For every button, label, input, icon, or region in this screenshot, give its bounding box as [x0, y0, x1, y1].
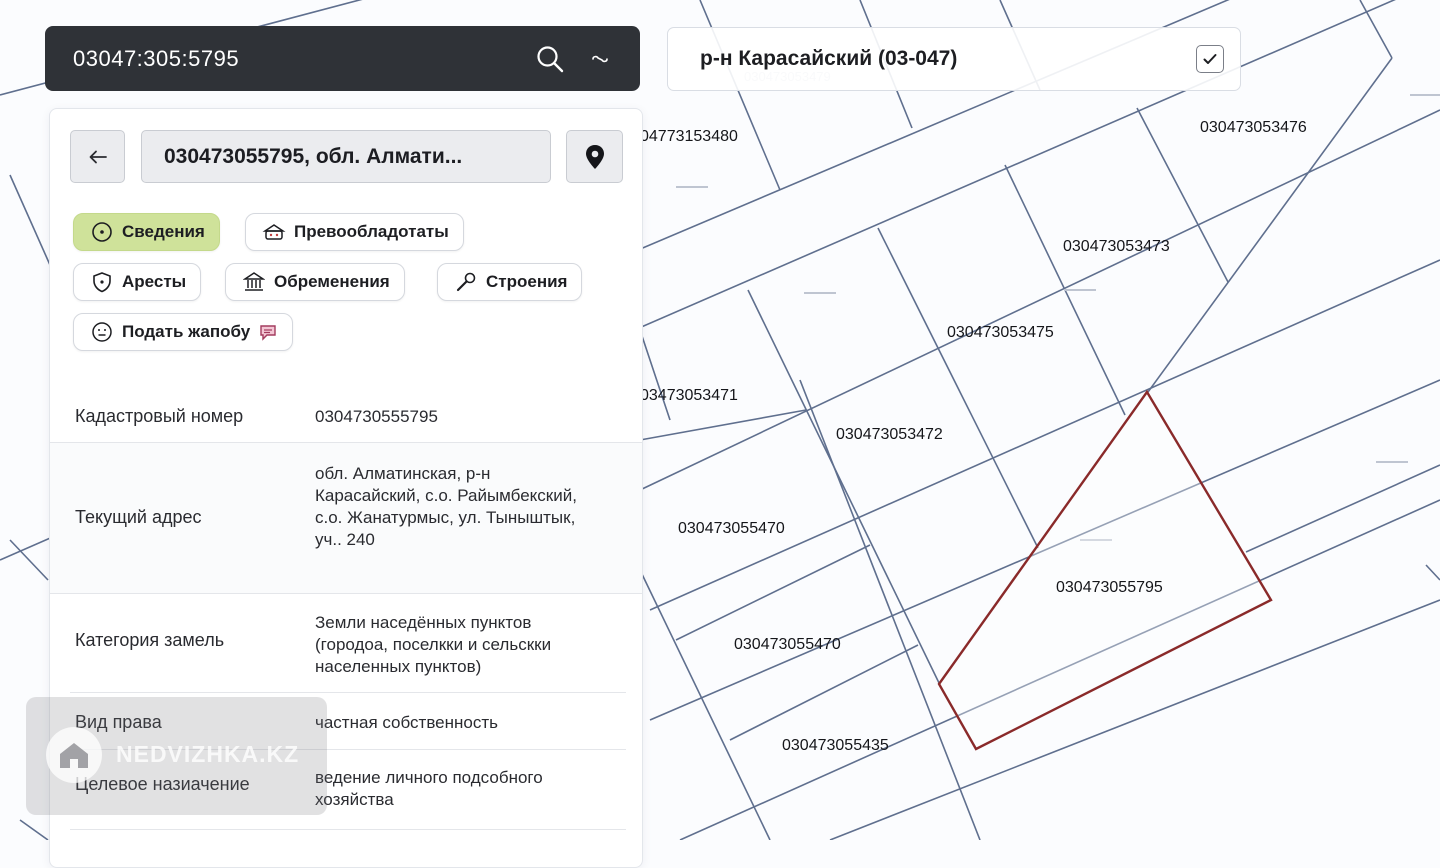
- map-dashes: [676, 94, 1440, 541]
- tab-label: Подать жапобу: [122, 322, 251, 341]
- shield-icon: [90, 270, 114, 294]
- face-icon: [90, 320, 114, 344]
- tab-owners[interactable]: Превообладотаты: [245, 213, 464, 251]
- check-icon: [1203, 54, 1217, 64]
- map-pin-icon: [585, 144, 604, 169]
- info-label-category: Категория замель: [75, 630, 225, 650]
- watermark: NEDVIZHKA.KZ: [26, 697, 327, 815]
- tab-label: Строения: [486, 272, 568, 291]
- district-label: р-н Карасайский (03-047): [700, 47, 958, 70]
- tab-label: Обременения: [274, 272, 390, 291]
- plot-label[interactable]: 030473055435: [782, 737, 889, 754]
- plot-title-box: 030473055795, обл. Алмати...: [141, 130, 551, 183]
- show-on-map-button[interactable]: [566, 130, 623, 183]
- search-input[interactable]: [71, 44, 532, 73]
- search-bar: [45, 26, 640, 91]
- search-icon: [537, 45, 564, 72]
- info-value-right-type: частная собственность: [315, 713, 499, 732]
- info-value-category: Земли наседённых пунктов (городоa, посел…: [315, 613, 552, 676]
- plot-label[interactable]: 030473053476: [1200, 119, 1307, 136]
- info-value-cadastral: 0304730555795: [315, 407, 438, 426]
- tab-info[interactable]: Сведения: [73, 213, 220, 251]
- tab-buildings[interactable]: Строения: [437, 263, 583, 301]
- back-button[interactable]: [70, 130, 125, 183]
- info-value-purpose: ведение личного подсобного хозяйства: [315, 768, 543, 809]
- watermark-text: NEDVIZHKA.KZ: [116, 741, 300, 767]
- district-selector[interactable]: р-н Карасайский (03-047): [667, 27, 1241, 91]
- plot-label[interactable]: 030473053472: [836, 426, 943, 443]
- link-icon: [592, 55, 608, 62]
- info-value-address: обл. Алматинская, р-н Карасайский, с.о. …: [315, 464, 577, 549]
- bank-icon: [242, 270, 266, 294]
- plot-label[interactable]: 030473053475: [947, 324, 1054, 341]
- arrow-left-icon: [89, 150, 107, 163]
- info-label-address: Текущий адрес: [75, 507, 202, 527]
- plot-label[interactable]: 04773153480: [640, 128, 738, 145]
- tab-label: Сведения: [122, 222, 205, 241]
- info-label-cadastral: Кадастровый номер: [75, 406, 244, 426]
- tab-label: Превообладотаты: [294, 222, 449, 241]
- row-divider: [50, 593, 642, 594]
- plot-label[interactable]: 030473055795: [1056, 579, 1163, 596]
- info-circle-icon: [90, 220, 114, 244]
- search-button[interactable]: [532, 41, 568, 77]
- plot-label[interactable]: 030473055470: [678, 520, 785, 537]
- plot-label[interactable]: 03473053471: [640, 387, 738, 404]
- chat-bubble-icon: [258, 322, 278, 342]
- tab-complaint[interactable]: Подать жапобу: [73, 313, 294, 351]
- row-divider: [70, 692, 626, 693]
- plot-label[interactable]: 030473053473: [1063, 238, 1170, 255]
- link-button[interactable]: [582, 41, 618, 77]
- tab-label: Аресты: [122, 272, 187, 291]
- plot-title: 030473055795, обл. Алмати...: [164, 144, 463, 168]
- selected-plot-outline[interactable]: [937, 389, 1273, 751]
- wrench-icon: [454, 270, 478, 294]
- plot-label[interactable]: 030473055470: [734, 636, 841, 653]
- tab-encumbrances[interactable]: Обременения: [225, 263, 405, 301]
- row-divider: [70, 829, 626, 830]
- owner-cap-icon: [262, 220, 286, 244]
- house-logo-icon: [46, 727, 102, 783]
- tab-arrests[interactable]: Аресты: [73, 263, 202, 301]
- district-checkbox[interactable]: [1196, 45, 1224, 73]
